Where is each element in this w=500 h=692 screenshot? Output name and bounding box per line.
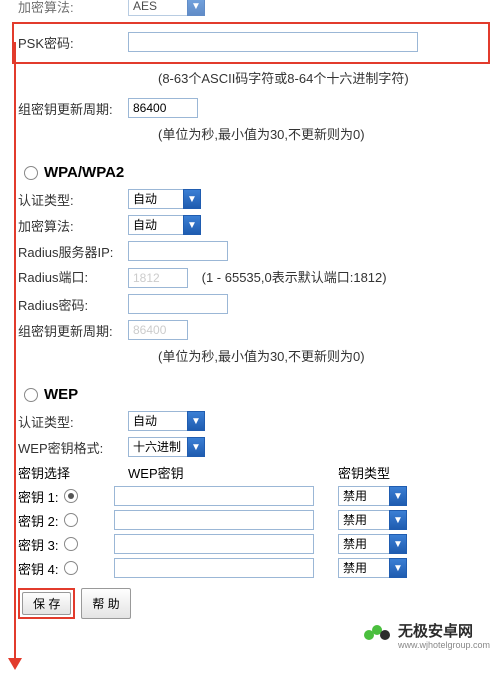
wep-key-row: 密钥 3: 禁用▼ [18, 534, 492, 554]
radio-wep[interactable] [24, 388, 38, 402]
section-wep-title: WEP [44, 386, 78, 403]
save-button[interactable]: 保 存 [22, 592, 71, 615]
wep-key-type-select[interactable]: 禁用▼ [338, 534, 407, 554]
row-radius-port: Radius端口: (1 - 65535,0表示默认端口:1812) [18, 267, 492, 288]
chevron-down-icon: ▼ [187, 411, 205, 431]
chevron-down-icon: ▼ [389, 534, 407, 554]
wep-key-input[interactable] [114, 510, 314, 530]
wep-key-radio[interactable] [64, 561, 78, 575]
chevron-down-icon: ▼ [183, 189, 201, 209]
wep-fmt-label: WEP密钥格式: [18, 438, 128, 457]
row-psk: PSK密码: [18, 32, 484, 52]
row-wpa-algo: 加密算法: 自动 ▼ [18, 215, 492, 235]
wep-key-row: 密钥 1: 禁用▼ [18, 486, 492, 506]
wep-key-label: 密钥 3: [18, 535, 58, 554]
psk-highlight: PSK密码: [12, 22, 490, 64]
radius-ip-input[interactable] [128, 241, 228, 261]
wep-key-input[interactable] [114, 558, 314, 578]
radius-port-input[interactable] [128, 268, 188, 288]
wep-key-row: 密钥 4: 禁用▼ [18, 558, 492, 578]
wep-fmt-select[interactable]: 十六进制 ▼ [128, 437, 205, 457]
row-wep-auth: 认证类型: 自动 ▼ [18, 411, 492, 431]
psk-input[interactable] [128, 32, 418, 52]
watermark-text: 无极安卓网 [398, 623, 473, 640]
watermark: 无极安卓网 www.wjhotelgroup.com [364, 620, 490, 650]
wpa-group-key-label: 组密钥更新周期: [18, 321, 128, 340]
help-button[interactable]: 帮 助 [81, 588, 130, 619]
wep-key-row: 密钥 2: 禁用▼ [18, 510, 492, 530]
wep-col-select: 密钥选择 [18, 463, 128, 482]
wep-key-label: 密钥 2: [18, 511, 58, 530]
group-key-input[interactable] [128, 98, 198, 118]
chevron-down-icon: ▼ [389, 486, 407, 506]
wep-auth-label: 认证类型: [18, 412, 128, 431]
save-highlight: 保 存 [18, 588, 75, 619]
chevron-down-icon: ▼ [187, 437, 205, 457]
chevron-down-icon: ▼ [389, 510, 407, 530]
wep-key-type-select[interactable]: 禁用▼ [338, 510, 407, 530]
wpa-algo-select[interactable]: 自动 ▼ [128, 215, 201, 235]
wep-header-row: 密钥选择 WEP密钥 密钥类型 [18, 463, 492, 482]
radius-ip-label: Radius服务器IP: [18, 242, 128, 261]
radius-pwd-input[interactable] [128, 294, 228, 314]
wpa-auth-select[interactable]: 自动 ▼ [128, 189, 201, 209]
wep-key-input[interactable] [114, 486, 314, 506]
psk-label: PSK密码: [18, 33, 128, 52]
section-wep[interactable]: WEP [24, 386, 492, 403]
row-radius-pwd: Radius密码: [18, 294, 492, 314]
wpa-group-key-hint: (单位为秒,最小值为30,不更新则为0) [158, 346, 492, 368]
wpa-algo-label: 加密算法: [18, 216, 128, 235]
wep-key-radio[interactable] [64, 489, 78, 503]
row-wep-fmt: WEP密钥格式: 十六进制 ▼ [18, 437, 492, 457]
wpa-group-key-input[interactable] [128, 320, 188, 340]
wpa-auth-label: 认证类型: [18, 190, 128, 209]
section-wpa-title: WPA/WPA2 [44, 164, 124, 181]
row-wpa-auth: 认证类型: 自动 ▼ [18, 189, 492, 209]
wep-key-label: 密钥 4: [18, 559, 58, 578]
psk-hint: (8-63个ASCII码字符或8-64个十六进制字符) [158, 68, 492, 90]
encrypt-algo-select[interactable]: AES ▼ [128, 0, 205, 16]
row-encrypt-algo-top: 加密算法: AES ▼ [18, 0, 492, 16]
annotation-arrow [14, 42, 16, 662]
wep-col-type: 密钥类型 [338, 463, 492, 482]
row-wpa-group-key: 组密钥更新周期: [18, 320, 492, 340]
wep-key-input[interactable] [114, 534, 314, 554]
encrypt-algo-label: 加密算法: [18, 0, 128, 16]
wep-key-radio[interactable] [64, 537, 78, 551]
watermark-sub: www.wjhotelgroup.com [398, 641, 490, 650]
group-key-hint: (单位为秒,最小值为30,不更新则为0) [158, 124, 492, 146]
wep-key-label: 密钥 1: [18, 487, 58, 506]
radius-port-hint: (1 - 65535,0表示默认端口:1812) [202, 270, 387, 285]
chevron-down-icon: ▼ [187, 0, 205, 16]
button-row: 保 存 帮 助 [18, 588, 500, 619]
chevron-down-icon: ▼ [183, 215, 201, 235]
row-radius-ip: Radius服务器IP: [18, 241, 492, 261]
section-wpa[interactable]: WPA/WPA2 [24, 164, 492, 181]
wep-auth-select[interactable]: 自动 ▼ [128, 411, 205, 431]
annotation-arrow-head [8, 658, 22, 670]
radio-wpa[interactable] [24, 166, 38, 180]
wep-key-radio[interactable] [64, 513, 78, 527]
group-key-label: 组密钥更新周期: [18, 99, 128, 118]
radius-pwd-label: Radius密码: [18, 295, 128, 314]
wep-key-type-select[interactable]: 禁用▼ [338, 558, 407, 578]
wep-col-key: WEP密钥 [128, 463, 338, 482]
wep-key-type-select[interactable]: 禁用▼ [338, 486, 407, 506]
row-group-key: 组密钥更新周期: [18, 98, 492, 118]
radius-port-label: Radius端口: [18, 267, 128, 286]
watermark-logo-icon [364, 621, 392, 649]
chevron-down-icon: ▼ [389, 558, 407, 578]
